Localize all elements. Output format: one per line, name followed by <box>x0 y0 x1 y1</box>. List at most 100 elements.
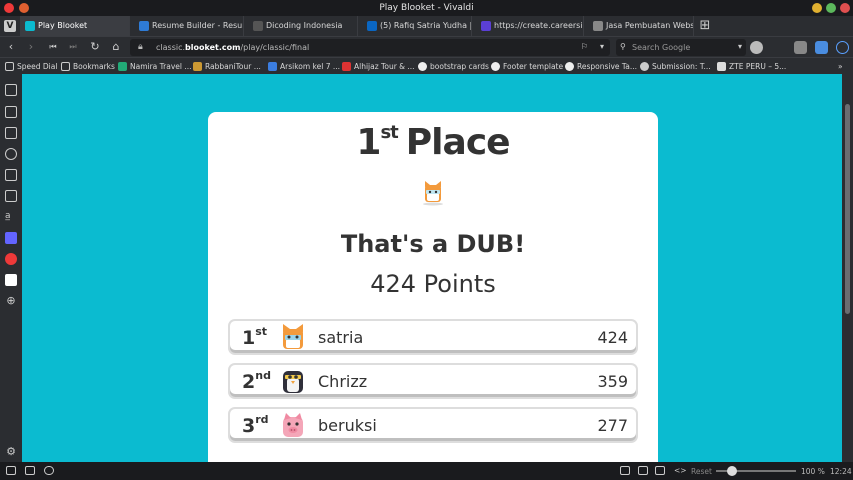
pig-blook-icon <box>283 413 303 437</box>
react-devtools-icon[interactable] <box>836 41 849 54</box>
image-toggle-icon[interactable] <box>655 466 665 475</box>
bookmarks-panel-icon[interactable] <box>5 84 17 96</box>
page-scrollbar[interactable] <box>842 74 853 462</box>
fast-forward-icon[interactable]: ⏭ <box>66 40 80 54</box>
linkedin-favicon-icon <box>367 21 377 31</box>
reload-icon[interactable]: ↻ <box>88 40 102 54</box>
docs-favicon-icon <box>268 62 277 71</box>
leaderboard-row: 1st satria 424 <box>230 321 636 353</box>
lock-icon: 🔒︎ <box>138 42 143 52</box>
bookmark-arsikom[interactable]: Arsikom kel 7 ... <box>268 62 340 71</box>
rank-label: 3rd <box>242 413 269 437</box>
url-field[interactable]: 🔒︎ classic.blooket.com/play/classic/fina… <box>130 39 610 56</box>
player-score: 359 <box>597 372 628 391</box>
window-title: Play Blooket - Vivaldi <box>379 3 474 13</box>
search-icon: ⚲ <box>620 42 626 51</box>
scrollbar-thumb[interactable] <box>845 104 850 314</box>
rabbani-favicon-icon <box>193 62 202 71</box>
bookmark-rabbani[interactable]: RabbaniTour ... <box>193 62 261 71</box>
rewind-icon[interactable]: ⏮ <box>46 40 60 54</box>
extension-translate-icon[interactable] <box>815 41 828 54</box>
player-name: satria <box>318 328 364 347</box>
tab-careersidekick[interactable]: https://create.careersidekick <box>476 16 584 36</box>
bookmark-bookmarks[interactable]: Bookmarks <box>61 62 115 71</box>
forward-icon[interactable]: › <box>24 40 38 54</box>
bookmark-responsive[interactable]: Responsive Ta... <box>565 62 637 71</box>
bookmark-submission[interactable]: Submission: T... <box>640 62 711 71</box>
dicoding-favicon-icon <box>640 62 649 71</box>
new-tab-button[interactable]: ⊞ <box>698 19 712 33</box>
extension-icon[interactable] <box>794 41 807 54</box>
tab-tiling-icon[interactable] <box>25 466 35 475</box>
bookmark-bootstrap-cards[interactable]: bootstrap cards <box>418 62 489 71</box>
bookmark-zte[interactable]: ZTE PERU – 5... <box>717 62 786 71</box>
tab-play-blooket[interactable]: Play Blooket <box>20 16 130 36</box>
codepen-favicon-icon <box>565 62 574 71</box>
address-bar: ‹ › ⏮ ⏭ ↻ ⌂ 🔒︎ classic.blooket.com/play/… <box>0 36 853 57</box>
codepen-favicon-icon <box>491 62 500 71</box>
page-content: 1st Place That's a DUB! 424 Points 1st s… <box>22 74 842 462</box>
notes-icon[interactable] <box>5 169 17 181</box>
fox-blook-icon <box>283 324 303 349</box>
leaderboard-row: 3rd beruksi 277 <box>230 409 636 441</box>
vivaldi-menu-icon[interactable]: V <box>4 20 16 32</box>
placement-heading: 1st Place <box>356 122 510 163</box>
close-button[interactable] <box>840 3 850 13</box>
document-favicon-icon <box>593 21 603 31</box>
bookmark-namira[interactable]: Namira Travel ... <box>118 62 192 71</box>
bookmarks-bar: Speed Dial Bookmarks Namira Travel ... R… <box>0 57 853 74</box>
folder-icon <box>61 62 70 71</box>
penguin-blook-icon <box>283 371 303 393</box>
profile-avatar-icon[interactable] <box>750 41 763 54</box>
capture-icon[interactable] <box>620 466 630 475</box>
speed-dial-icon <box>5 62 14 71</box>
home-icon[interactable]: ⌂ <box>109 40 123 54</box>
vivaldi-social-icon[interactable] <box>5 253 17 265</box>
panel-toggle-icon[interactable] <box>6 466 16 475</box>
rank-label: 1st <box>242 325 268 349</box>
tab-dicoding[interactable]: Dicoding Indonesia <box>248 16 358 36</box>
player-score: 277 <box>597 416 628 435</box>
zoom-reset-button[interactable]: Reset <box>691 467 712 476</box>
url-dropdown-icon[interactable]: ▾ <box>600 42 604 51</box>
downloads-icon[interactable] <box>5 127 17 139</box>
tab-resume-builder[interactable]: Resume Builder - Resume.io <box>134 16 244 36</box>
player-name: beruksi <box>318 416 377 435</box>
player-score: 424 <box>597 328 628 347</box>
minimize-button[interactable] <box>812 3 822 13</box>
bookmark-speed-dial[interactable]: Speed Dial <box>5 62 57 71</box>
bookmarks-overflow-icon[interactable]: » <box>838 62 843 71</box>
total-points: 424 Points <box>370 270 496 298</box>
page-actions-icon[interactable]: <> <box>674 466 687 475</box>
history-icon[interactable] <box>5 148 17 160</box>
tab-jasa-website[interactable]: Jasa Pembuatan Website Profesional <box>588 16 694 36</box>
clock: 12:24 <box>830 467 852 476</box>
bookmark-page-icon[interactable]: ⚐ <box>581 42 588 51</box>
tiling-icon[interactable] <box>638 466 648 475</box>
mastodon-icon[interactable] <box>5 232 17 244</box>
bookmark-footer-template[interactable]: Footer template <box>491 62 563 71</box>
maximize-button[interactable] <box>826 3 836 13</box>
title-bar: Play Blooket - Vivaldi <box>0 0 853 16</box>
search-field[interactable]: ⚲ Search Google ▾ <box>616 39 746 56</box>
window-panel-icon[interactable] <box>5 190 17 202</box>
resume-favicon-icon <box>139 21 149 31</box>
reading-list-icon[interactable] <box>5 106 17 118</box>
bookmark-alhijaz[interactable]: Alhijaz Tour & ... <box>342 62 415 71</box>
back-icon[interactable]: ‹ <box>4 40 18 54</box>
status-bar: <> Reset 100 % 12:24 <box>0 462 853 480</box>
document-favicon-icon <box>717 62 726 71</box>
extension-disabled-icon[interactable] <box>772 41 785 54</box>
zoom-slider-knob[interactable] <box>727 466 737 476</box>
leaderboard-row: 2nd Chrizz 359 <box>230 365 636 397</box>
search-engine-dropdown-icon[interactable]: ▾ <box>738 42 742 51</box>
translate-icon[interactable]: a̲ <box>5 211 17 223</box>
namira-favicon-icon <box>118 62 127 71</box>
zoom-level: 100 % <box>801 467 825 476</box>
cloud-sync-icon[interactable] <box>44 466 54 475</box>
wikipedia-icon[interactable] <box>5 274 17 286</box>
side-panel: a̲ ⊕ ⚙ <box>0 74 22 462</box>
settings-gear-icon[interactable]: ⚙ <box>5 446 17 458</box>
tab-linkedin[interactable]: (5) Rafiq Satria Yudha | LinkedIn <box>362 16 472 36</box>
add-web-panel-icon[interactable]: ⊕ <box>5 295 17 307</box>
